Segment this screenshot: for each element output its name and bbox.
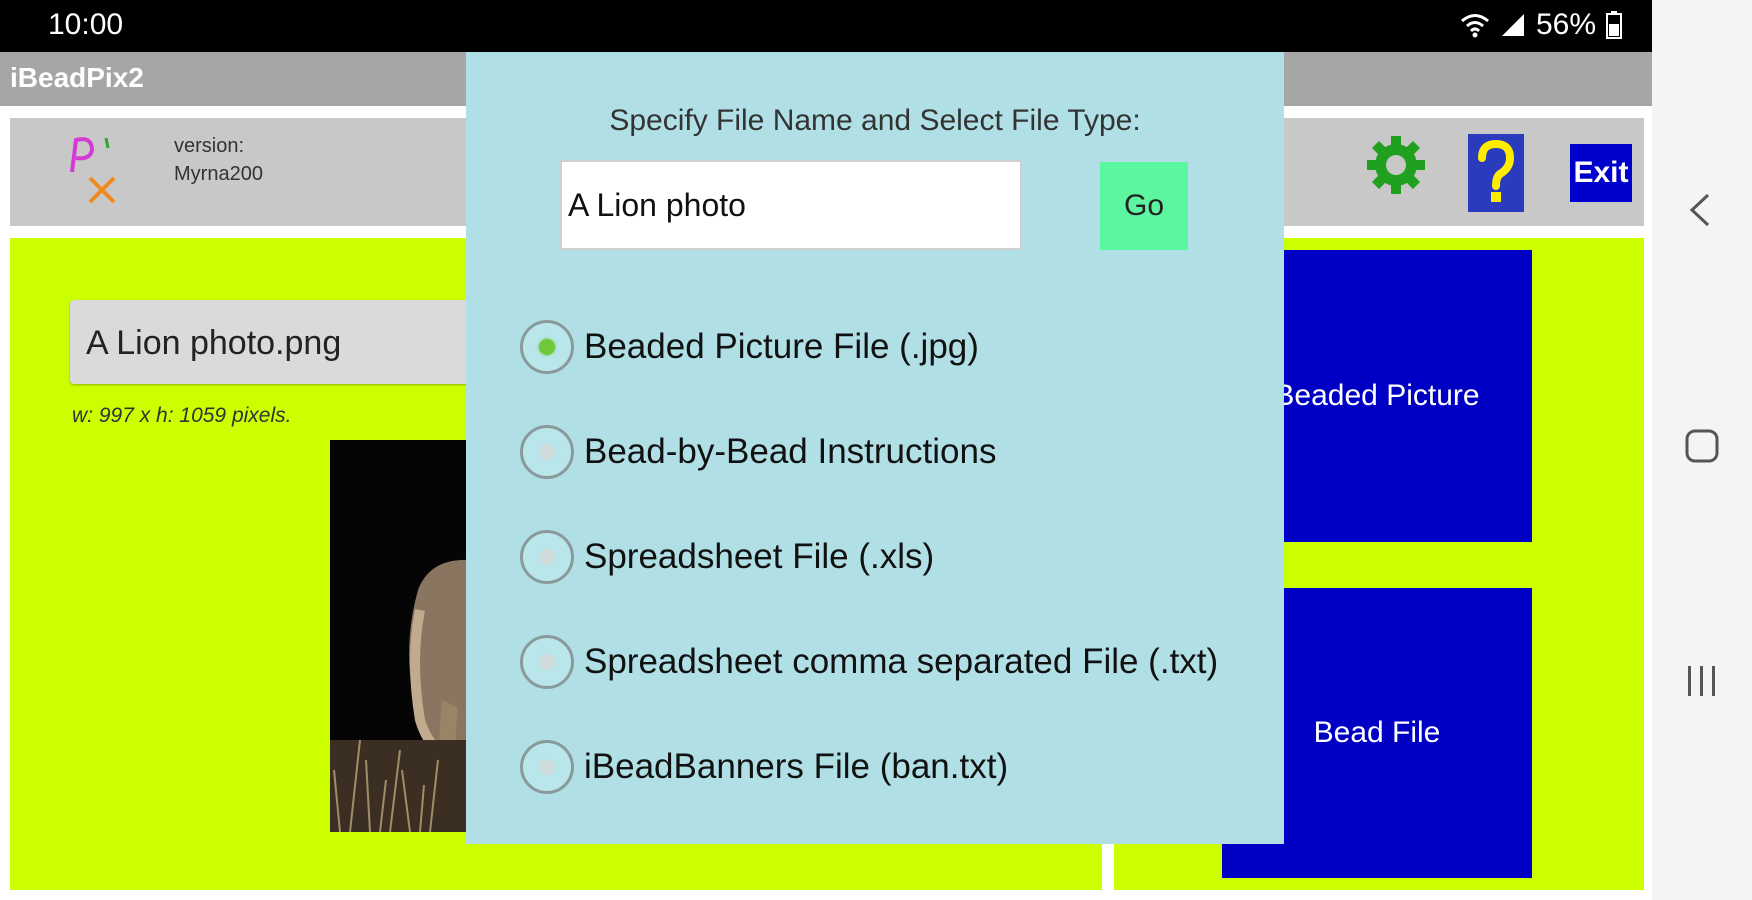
signal-icon <box>1501 14 1524 36</box>
exit-button[interactable]: Exit <box>1570 144 1632 202</box>
gear-icon[interactable] <box>1366 132 1426 198</box>
radio-button[interactable] <box>520 740 574 794</box>
app-title: iBeadPix2 <box>10 62 144 93</box>
version-info: version: Myrna200 <box>174 132 263 188</box>
dialog-title: Specify File Name and Select File Type: <box>609 104 1141 137</box>
help-icon <box>1478 140 1515 202</box>
file-type-option-instructions[interactable]: Bead-by-Bead Instructions <box>520 417 996 487</box>
radio-button[interactable] <box>520 425 574 479</box>
radio-button[interactable] <box>520 530 574 584</box>
lion-photo-image <box>330 440 470 832</box>
option-label: Spreadsheet File (.xls) <box>584 537 935 576</box>
option-label: iBeadBanners File (ban.txt) <box>584 747 1009 786</box>
radio-dot <box>539 549 555 565</box>
file-type-option-xls[interactable]: Spreadsheet File (.xls) <box>520 522 934 592</box>
status-bar: 10:00 56% <box>0 0 1652 52</box>
file-type-option-jpg[interactable]: Beaded Picture File (.jpg) <box>520 312 979 382</box>
radio-button[interactable] <box>520 635 574 689</box>
radio-dot <box>539 759 555 775</box>
file-type-option-banners[interactable]: iBeadBanners File (ban.txt) <box>520 732 1008 802</box>
battery-percent: 56% <box>1535 8 1596 41</box>
image-dimensions: w: 997 x h: 1059 pixels. <box>72 404 292 427</box>
version-label: version: <box>174 135 245 157</box>
filename-display[interactable]: A Lion photo.png <box>70 300 470 384</box>
option-label: Spreadsheet comma separated File (.txt) <box>584 642 1219 681</box>
radio-button[interactable] <box>520 320 574 374</box>
wifi-icon <box>1460 14 1489 38</box>
back-icon[interactable] <box>1686 192 1714 228</box>
recent-apps-icon[interactable] <box>1684 664 1720 698</box>
help-button[interactable] <box>1468 134 1524 212</box>
home-icon[interactable] <box>1684 428 1720 464</box>
option-label: Beaded Picture File (.jpg) <box>584 327 979 366</box>
radio-dot <box>539 654 555 670</box>
status-indicators: 56% <box>1460 8 1622 42</box>
navigation-bar <box>1652 0 1752 900</box>
go-button[interactable]: Go <box>1100 162 1188 250</box>
battery-icon <box>1606 11 1622 39</box>
file-type-option-csv[interactable]: Spreadsheet comma separated File (.txt) <box>520 627 1218 697</box>
status-time: 10:00 <box>48 8 124 41</box>
option-label: Bead-by-Bead Instructions <box>584 432 997 471</box>
radio-selected-dot <box>539 339 555 355</box>
lion-photo <box>330 440 470 832</box>
app-logo-icon <box>70 137 116 204</box>
file-name-input[interactable] <box>560 160 1022 250</box>
save-file-dialog: Specify File Name and Select File Type: … <box>466 52 1284 844</box>
radio-dot <box>539 444 555 460</box>
version-value: Myrna200 <box>174 163 263 185</box>
filename-text: A Lion photo.png <box>86 324 342 362</box>
